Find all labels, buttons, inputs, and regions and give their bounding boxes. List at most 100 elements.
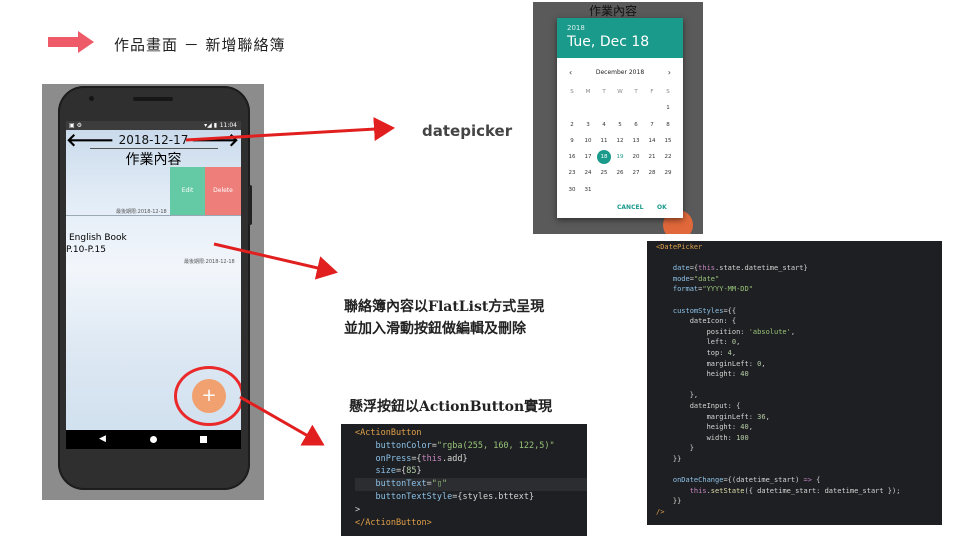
phone-screen: ▣ ⚙ ▾◢ ▮ 11:04 2018-12-17 🡐 🡒 作業內容 Edit …: [66, 121, 241, 449]
calendar-day[interactable]: 8: [660, 117, 676, 133]
code-line: size={85}: [375, 466, 422, 477]
datepicker-year[interactable]: 2018: [567, 24, 585, 32]
code-line: buttonColor="rgba(255, 160, 122,5)": [375, 440, 555, 451]
calendar-day[interactable]: 11: [596, 133, 612, 149]
calendar-day[interactable]: 27: [628, 165, 644, 181]
datepicker-bg-title: 作業內容: [589, 4, 638, 18]
datepicker-ok-button[interactable]: OK: [657, 204, 667, 211]
calendar-day[interactable]: 22: [660, 149, 676, 165]
code-line: onDateChange={(datetime_start) => {: [672, 476, 821, 485]
list-item-title[interactable]: English Book: [69, 233, 127, 243]
page-title: 作品畫面 － 新增聯絡簿: [114, 36, 286, 54]
screen-heading: 作業內容: [125, 152, 182, 168]
code-line: <ActionButton: [355, 428, 422, 438]
calendar-day: [660, 182, 676, 198]
next-month-icon[interactable]: ›: [668, 68, 671, 77]
calendar-day[interactable]: 29: [660, 165, 676, 181]
list-item-deadline: 最後期限:2018-12-18: [184, 259, 235, 265]
calendar-day[interactable]: 30: [564, 182, 580, 198]
code-line: },: [656, 391, 699, 400]
code-line: date={this.state.datetime_start}: [672, 264, 808, 273]
delete-button[interactable]: Delete: [205, 167, 241, 215]
code-line: marginLeft: 36,: [656, 412, 770, 421]
edit-button[interactable]: Edit: [170, 167, 205, 215]
flatlist-label-line2: 並加入滑動按鈕做編輯及刪除: [344, 321, 526, 337]
code-line: buttonTextStyle={styles.bttext}: [375, 491, 535, 502]
datepicker-cancel-button[interactable]: CANCEL: [617, 204, 643, 211]
code-line: mode="date": [672, 274, 720, 283]
calendar-day[interactable]: 26: [612, 165, 628, 181]
calendar-week-row: 2345678: [564, 117, 676, 133]
calendar-day[interactable]: 1: [660, 100, 676, 116]
weekday-label: S: [570, 89, 574, 95]
home-icon[interactable]: [150, 436, 157, 443]
calendar-day[interactable]: 9: [564, 133, 580, 149]
code-line: dateInput: {: [656, 401, 741, 410]
code-line: marginLeft: 0,: [656, 359, 766, 368]
calendar-day[interactable]: 19: [612, 149, 628, 165]
calendar-day[interactable]: 28: [644, 165, 660, 181]
back-icon[interactable]: ◀: [99, 434, 106, 444]
datepicker-calendar-grid: S M T W T F S 1 2 3 4 5 6 7 8 9 10 11 12 13 14 15 16 17 18 19 20 21…: [564, 84, 676, 198]
android-nav-bar: ◀: [66, 430, 241, 449]
calendar-week-row: 30 31: [564, 182, 676, 198]
calendar-day[interactable]: 10: [580, 133, 596, 149]
camera-icon: [89, 96, 94, 101]
status-time: 11:04: [219, 122, 237, 129]
calendar-day: [628, 182, 644, 198]
status-bar: ▣ ⚙ ▾◢ ▮ 11:04: [66, 121, 241, 130]
calendar-day[interactable]: 6: [628, 117, 644, 133]
calendar-day[interactable]: 5: [612, 117, 628, 133]
calendar-day[interactable]: 4: [596, 117, 612, 133]
code-line: buttonText="▯": [355, 478, 587, 491]
datepicker-month: December 2018: [595, 69, 645, 76]
code-line: top: 4,: [656, 348, 737, 357]
calendar-day: [644, 182, 660, 198]
weekday-label: M: [585, 89, 591, 95]
add-fab-button[interactable]: +: [192, 379, 226, 413]
code-line: position: 'absolute',: [656, 327, 796, 336]
datepicker-code-panel: <DatePicker date={this.state.datetime_st…: [647, 241, 942, 525]
calendar-day[interactable]: 25: [596, 165, 612, 181]
actionbutton-label: 懸浮按鈕以ActionButton實現: [349, 399, 553, 415]
code-line: left: 0,: [656, 338, 741, 347]
calendar-day[interactable]: 31: [580, 182, 596, 198]
actionbutton-code-panel: <ActionButton buttonColor="rgba(255, 160…: [341, 424, 587, 536]
code-line: }}: [656, 497, 682, 506]
calendar-day[interactable]: 12: [612, 133, 628, 149]
list-item-subtitle: P.10-P.15: [66, 245, 106, 255]
status-signal-icons: ▾◢ ▮: [204, 122, 217, 129]
header-arrow-icon: [48, 31, 94, 53]
calendar-day[interactable]: 23: [564, 165, 580, 181]
calendar-day[interactable]: 24: [580, 165, 596, 181]
code-line: />: [656, 507, 665, 516]
recents-icon[interactable]: [200, 436, 207, 443]
calendar-day[interactable]: 17: [580, 149, 596, 165]
calendar-day[interactable]: 16: [564, 149, 580, 165]
weekday-label: W: [617, 89, 623, 95]
calendar-day[interactable]: 20: [628, 149, 644, 165]
calendar-day[interactable]: 3: [580, 117, 596, 133]
calendar-day: [564, 100, 580, 116]
code-line: <DatePicker: [656, 243, 703, 251]
calendar-week-row: 16 17 18 19 20 21 22: [564, 149, 676, 165]
list-divider: [66, 215, 241, 216]
calendar-day[interactable]: 15: [660, 133, 676, 149]
weekday-label: T: [602, 89, 606, 95]
calendar-day[interactable]: 2: [564, 117, 580, 133]
weekday-row: SMTWTFS: [564, 84, 676, 100]
calendar-day[interactable]: 21: [644, 149, 660, 165]
calendar-day: [644, 100, 660, 116]
calendar-day[interactable]: 18: [596, 149, 612, 165]
datepicker-header: 2018 Tue, Dec 18: [557, 18, 683, 58]
calendar-day[interactable]: 7: [644, 117, 660, 133]
calendar-day[interactable]: 14: [644, 133, 660, 149]
datepicker-screenshot: 作業內容 2018 Tue, Dec 18 ‹ December 2018 › …: [533, 2, 703, 234]
calendar-day[interactable]: 13: [628, 133, 644, 149]
calendar-day: [612, 100, 628, 116]
code-line: }}: [656, 454, 682, 463]
